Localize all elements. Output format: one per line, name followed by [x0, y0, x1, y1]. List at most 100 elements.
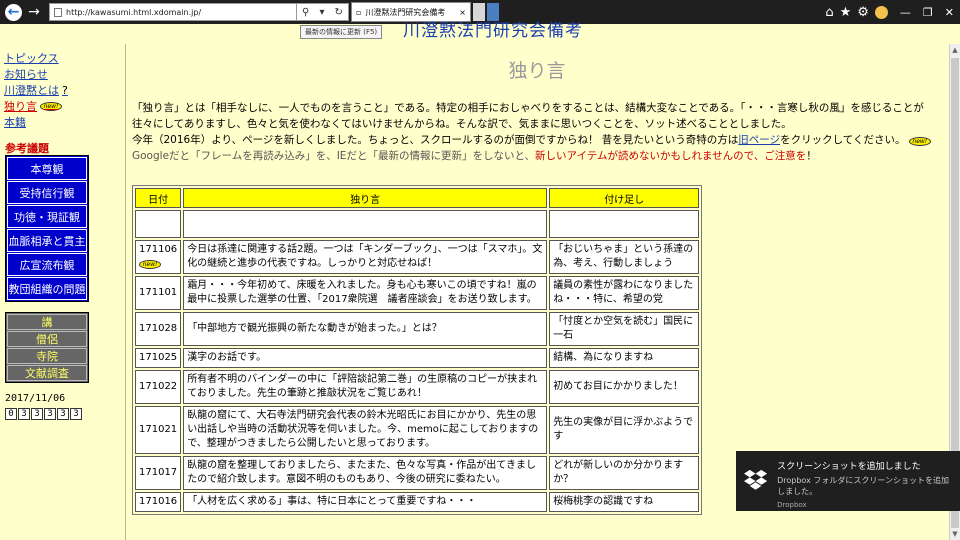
- page-title: 独り言: [508, 60, 566, 82]
- intro-text-part: 今年（2016年）より、ページを新しくしました。ちょっと、スクロールするのが面倒…: [132, 134, 739, 146]
- secondary-menu-item[interactable]: 寺院: [7, 348, 87, 364]
- notification-title: スクリーンショットを追加しました: [777, 462, 921, 472]
- text-cell: 今日は孫達に関連する話2題。一つは「キンダーブック」、一つは「スマホ」。文化の継…: [183, 240, 548, 274]
- star-icon[interactable]: ★: [840, 5, 852, 20]
- dropdown-icon[interactable]: ▾: [319, 7, 324, 18]
- note-cell: [549, 210, 700, 238]
- address-bar[interactable]: http://kawasumi.html.xdomain.jp/: [49, 3, 297, 21]
- note-cell: 初めてお目にかかりました！: [549, 370, 700, 404]
- section-label: 参考議題: [5, 142, 49, 155]
- browser-actions: ⌂ ★ ⚙ — ❐ ✕: [825, 5, 960, 20]
- table-row: 171025 漢字のお話です。 結構、為になりますね: [135, 348, 700, 368]
- intro-paragraph: 今年（2016年）より、ページを新しくしました。ちょっと、スクロールするのが面倒…: [132, 132, 942, 148]
- table-row: 171101 霜月・・・今年初めて、床暖を入れました。身も心も寒いこの頃ですね！…: [135, 276, 700, 310]
- sidebar-link-news[interactable]: お知らせ: [4, 66, 124, 82]
- note-cell: 桜梅桃李の認識ですね: [549, 492, 700, 512]
- date-text: 171106: [139, 244, 178, 255]
- text-cell: 所有者不明のバインダーの中に「評陪談記第二巻」の生原稿のコピーが挟まれておりまし…: [183, 370, 548, 404]
- topic-menu-item[interactable]: 教団組織の問題: [7, 277, 87, 300]
- sidebar: トピックス お知らせ 川澄黙とは? 独り言 new! 本籍 参考議題 本尊観 受持…: [0, 44, 124, 540]
- topic-menu-item[interactable]: 功徳・現証観: [7, 205, 87, 228]
- text-cell: 「中部地方で観光振興の新たな動きが始まった。」とは？: [183, 312, 548, 346]
- sidebar-link-topics[interactable]: トピックス: [4, 50, 124, 66]
- new-badge-icon: new!: [40, 101, 62, 111]
- tab-favicon-icon: ▫: [356, 7, 362, 17]
- date-cell: 171016: [135, 492, 182, 512]
- counter-digit: 3: [44, 408, 56, 420]
- close-window-icon[interactable]: ✕: [945, 6, 954, 19]
- restore-icon[interactable]: ❐: [923, 6, 933, 19]
- table-row: 171028 「中部地方で観光振興の新たな動きが始まった。」とは？ 「忖度とか空…: [135, 312, 700, 346]
- sidebar-link-origin[interactable]: 本籍: [4, 114, 124, 130]
- new-badge-icon: new!: [139, 260, 161, 269]
- gear-icon[interactable]: ⚙: [857, 5, 869, 20]
- note-cell: 結構、為になりますね: [549, 348, 700, 368]
- forward-button[interactable]: →: [25, 3, 43, 21]
- date-cell: 171028: [135, 312, 182, 346]
- sidebar-link-label: トピックス: [4, 52, 59, 65]
- table-row: 171022 所有者不明のバインダーの中に「評陪談記第二巻」の生原稿のコピーが挟…: [135, 370, 700, 404]
- topic-menu-item[interactable]: 血脈相承と貫主: [7, 229, 87, 252]
- notification-body: Dropbox フォルダにスクリーンショットを追加しました。: [777, 476, 949, 496]
- scroll-down-icon[interactable]: ▼: [951, 530, 959, 538]
- intro-text-part: ！: [806, 150, 817, 162]
- text-cell: [183, 210, 548, 238]
- topic-menu: 本尊観 受持信行観 功徳・現証観 血脈相承と貫主 広宣流布観 教団組織の問題: [5, 155, 89, 302]
- old-page-link[interactable]: 旧ページ: [738, 134, 780, 146]
- date-cell: 171021: [135, 406, 182, 454]
- text-cell: 臥龍の窟を整理しておりましたら、またまた、色々な写真・作品が出てきましたので紹介…: [183, 456, 548, 490]
- secondary-menu-item[interactable]: 僧侶: [7, 331, 87, 347]
- topic-menu-item[interactable]: 本尊観: [7, 157, 87, 180]
- intro-text: 「独り言」とは「相手なしに、一人でものを言うこと」である。特定の相手におしゃべり…: [126, 100, 948, 164]
- text-cell: 漢字のお話です。: [183, 348, 548, 368]
- dropbox-notification[interactable]: スクリーンショットを追加しました Dropbox フォルダにスクリーンショットを…: [736, 451, 960, 511]
- counter-digit: 3: [31, 408, 43, 420]
- topic-menu-item[interactable]: 広宣流布観: [7, 253, 87, 276]
- table-row: 171106 new! 今日は孫達に関連する話2題。一つは「キンダーブック」、一つ…: [135, 240, 700, 274]
- date-cell: 171106 new!: [135, 240, 182, 274]
- dropbox-icon: [744, 469, 768, 490]
- notification-text: スクリーンショットを追加しました Dropbox フォルダにスクリーンショットを…: [777, 459, 952, 509]
- back-button[interactable]: ←: [5, 3, 22, 21]
- new-badge-icon: new!: [908, 137, 931, 146]
- table-row: 171016 「人材を広く求める」事は、特に日本にとって重要ですね・・・ 桜梅桃…: [135, 492, 700, 512]
- intro-paragraph: Googleだと「フレームを再読み込み」を、IEだと「最新の情報に更新」をしない…: [132, 148, 942, 164]
- note-cell: 「忖度とか空気を読む」国民に一石: [549, 312, 700, 346]
- home-icon[interactable]: ⌂: [825, 5, 833, 20]
- text-cell: 臥龍の窟にて、大石寺法門研究会代表の鈴木光昭氏にお目にかかり、先生の思い出話しや…: [183, 406, 548, 454]
- text-cell: 霜月・・・今年初めて、床暖を入れました。身も心も寒いこの頃ですね！嵐の最中に投票…: [183, 276, 548, 310]
- minimize-icon[interactable]: —: [900, 6, 911, 19]
- table-row: 171021 臥龍の窟にて、大石寺法門研究会代表の鈴木光昭氏にお目にかかり、先生…: [135, 406, 700, 454]
- search-icon[interactable]: ⚲: [302, 7, 309, 18]
- refresh-icon[interactable]: ↻: [335, 7, 343, 18]
- monologue-table: 日付 独り言 付け足し 171106 new! 今日は孫達に関連する話2題。一つは…: [132, 185, 703, 515]
- sidebar-links: トピックス お知らせ 川澄黙とは? 独り言 new! 本籍: [0, 44, 124, 130]
- refresh-tooltip: 最新の情報に更新 (F5): [300, 25, 383, 39]
- sidebar-link-label: 独り言: [4, 100, 37, 113]
- secondary-menu-item[interactable]: 講: [7, 314, 87, 330]
- notification-source: Dropbox: [777, 501, 807, 509]
- text-cell: 「人材を広く求める」事は、特に日本にとって重要ですね・・・: [183, 492, 548, 512]
- counter-digit: 0: [5, 408, 17, 420]
- topic-menu-item[interactable]: 受持信行観: [7, 181, 87, 204]
- smiley-icon[interactable]: [874, 5, 888, 19]
- counter-digit: 3: [70, 408, 82, 420]
- intro-text-part: をクリックしてください。: [780, 134, 906, 146]
- date-cell: 171017: [135, 456, 182, 490]
- counter-digit: 3: [57, 408, 69, 420]
- scroll-up-icon[interactable]: ▲: [951, 46, 959, 54]
- counter-digit: 3: [18, 408, 30, 420]
- date-cell: 171022: [135, 370, 182, 404]
- intro-paragraph: 「独り言」とは「相手なしに、一人でものを言うこと」である。特定の相手におしゃべり…: [132, 102, 924, 130]
- column-header: 独り言: [183, 188, 548, 208]
- date-cell: [135, 210, 182, 238]
- sidebar-link-about[interactable]: 川澄黙とは?: [4, 82, 124, 98]
- secondary-menu-item[interactable]: 文献調査: [7, 365, 87, 381]
- note-cell: どれが新しいのか分かりますか？: [549, 456, 700, 490]
- warning-text: 新しいアイテムが読めないかもしれませんので、ご注意を: [535, 150, 807, 162]
- visitor-counter: 0 3 3 3 3 3: [5, 408, 124, 420]
- sidebar-link-label: 本籍: [4, 116, 26, 129]
- site-title: 川澄黙法門研究会備考: [403, 21, 583, 41]
- column-header: 日付: [135, 188, 182, 208]
- sidebar-link-monologue[interactable]: 独り言 new!: [4, 98, 124, 114]
